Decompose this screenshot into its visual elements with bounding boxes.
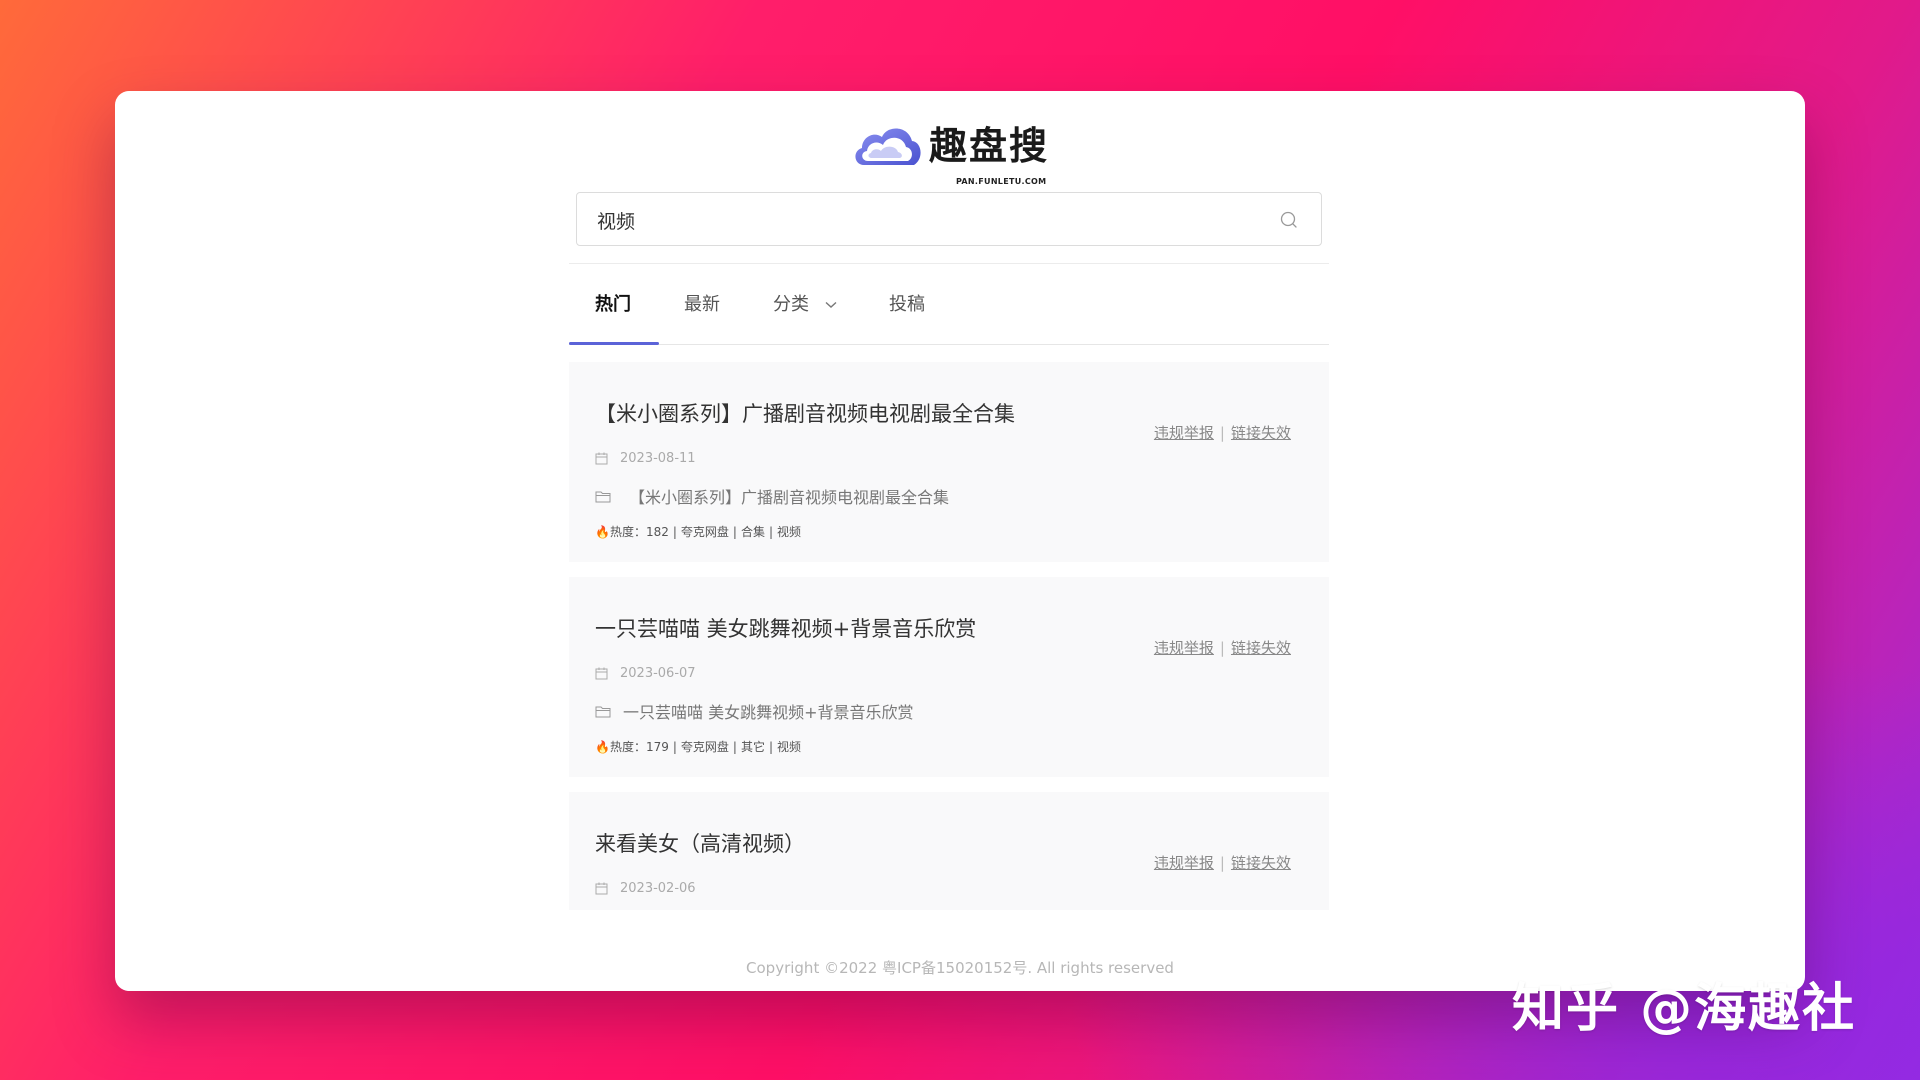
heat-value: 179 bbox=[645, 739, 669, 754]
calendar-icon bbox=[595, 667, 608, 680]
tab-bar: 热门 最新 分类 投稿 bbox=[569, 263, 1329, 345]
result-title[interactable]: 来看美女（高清视频） bbox=[595, 828, 805, 858]
tag-separator: | bbox=[732, 739, 737, 754]
result-actions: 违规举报 | 链接失效 bbox=[1154, 852, 1291, 873]
main-window: 趣盘搜 PAN.FUNLETU.COM 视频 热门 最新 分类 投稿 【米小圈系… bbox=[115, 91, 1805, 991]
result-title[interactable]: 一只芸喵喵 美女跳舞视频+背景音乐欣赏 bbox=[595, 613, 976, 643]
tag-separator: | bbox=[672, 524, 677, 539]
result-date: 2023-02-06 bbox=[620, 881, 696, 896]
result-date: 2023-08-11 bbox=[620, 451, 696, 466]
tab-submit[interactable]: 投稿 bbox=[889, 290, 925, 316]
result-date-row: 2023-02-06 bbox=[595, 881, 696, 896]
result-folder-name: 【米小圈系列】广播剧音视频电视剧最全合集 bbox=[629, 488, 950, 507]
action-separator: | bbox=[1219, 854, 1225, 872]
result-item[interactable]: 一只芸喵喵 美女跳舞视频+背景音乐欣赏 2023-06-07 一只芸喵喵 美女跳… bbox=[569, 577, 1329, 777]
search-input[interactable]: 视频 bbox=[597, 207, 635, 234]
action-separator: | bbox=[1219, 424, 1225, 442]
heat-label: 🔥热度： bbox=[595, 525, 646, 539]
site-logo[interactable]: 趣盘搜 PAN.FUNLETU.COM bbox=[850, 113, 1090, 186]
result-folder-row: 一只芸喵喵 美女跳舞视频+背景音乐欣赏 bbox=[595, 699, 914, 723]
result-actions: 违规举报 | 链接失效 bbox=[1154, 637, 1291, 658]
result-date-row: 2023-06-07 bbox=[595, 666, 696, 681]
result-date: 2023-06-07 bbox=[620, 666, 696, 681]
tag-separator: | bbox=[672, 739, 677, 754]
result-category: 其它 bbox=[740, 740, 765, 754]
tab-category[interactable]: 分类 bbox=[773, 290, 837, 316]
heat-label: 🔥热度： bbox=[595, 740, 646, 754]
tab-latest[interactable]: 最新 bbox=[684, 290, 720, 316]
result-category: 合集 bbox=[740, 525, 765, 539]
report-link[interactable]: 违规举报 bbox=[1154, 854, 1214, 872]
chevron-down-icon bbox=[825, 301, 837, 308]
tag-separator: | bbox=[768, 739, 774, 754]
result-folder-name: 一只芸喵喵 美女跳舞视频+背景音乐欣赏 bbox=[623, 703, 914, 722]
tag-separator: | bbox=[768, 524, 774, 539]
folder-icon bbox=[595, 706, 611, 717]
tab-category-label: 分类 bbox=[773, 294, 809, 315]
result-tags: 🔥热度： 179 | 夸克网盘 | 其它 | 视频 bbox=[595, 738, 801, 755]
result-tag: 视频 bbox=[777, 740, 802, 754]
result-tags: 🔥热度： 182 | 夸克网盘 | 合集 | 视频 bbox=[595, 523, 801, 540]
result-actions: 违规举报 | 链接失效 bbox=[1154, 422, 1291, 443]
result-item[interactable]: 【米小圈系列】广播剧音视频电视剧最全合集 2023-08-11 【米小圈系列】广… bbox=[569, 362, 1329, 562]
result-source: 夸克网盘 bbox=[680, 525, 729, 539]
invalid-link[interactable]: 链接失效 bbox=[1231, 854, 1291, 872]
search-icon[interactable] bbox=[1279, 210, 1299, 230]
calendar-icon bbox=[595, 882, 608, 895]
result-date-row: 2023-08-11 bbox=[595, 451, 696, 466]
action-separator: | bbox=[1219, 639, 1225, 657]
cloud-logo-icon bbox=[855, 128, 921, 165]
heat-value: 182 bbox=[645, 524, 669, 539]
folder-icon bbox=[595, 491, 611, 502]
result-tag: 视频 bbox=[777, 525, 802, 539]
result-folder-row: 【米小圈系列】广播剧音视频电视剧最全合集 bbox=[595, 484, 949, 508]
active-tab-indicator bbox=[569, 342, 659, 345]
logo-domain: PAN.FUNLETU.COM bbox=[956, 177, 1047, 186]
result-item[interactable]: 来看美女（高清视频） 2023-02-06 违规举报 | 链接失效 bbox=[569, 792, 1329, 910]
result-source: 夸克网盘 bbox=[680, 740, 729, 754]
report-link[interactable]: 违规举报 bbox=[1154, 639, 1214, 657]
calendar-icon bbox=[595, 452, 608, 465]
result-title[interactable]: 【米小圈系列】广播剧音视频电视剧最全合集 bbox=[595, 398, 1015, 428]
watermark-text: 知乎 @海趣社 bbox=[1512, 979, 1857, 1039]
invalid-link[interactable]: 链接失效 bbox=[1231, 639, 1291, 657]
report-link[interactable]: 违规举报 bbox=[1154, 424, 1214, 442]
tag-separator: | bbox=[732, 524, 737, 539]
search-box[interactable]: 视频 bbox=[576, 192, 1322, 246]
logo-title: 趣盘搜 bbox=[929, 124, 1050, 168]
invalid-link[interactable]: 链接失效 bbox=[1231, 424, 1291, 442]
tab-hot[interactable]: 热门 bbox=[595, 290, 631, 316]
